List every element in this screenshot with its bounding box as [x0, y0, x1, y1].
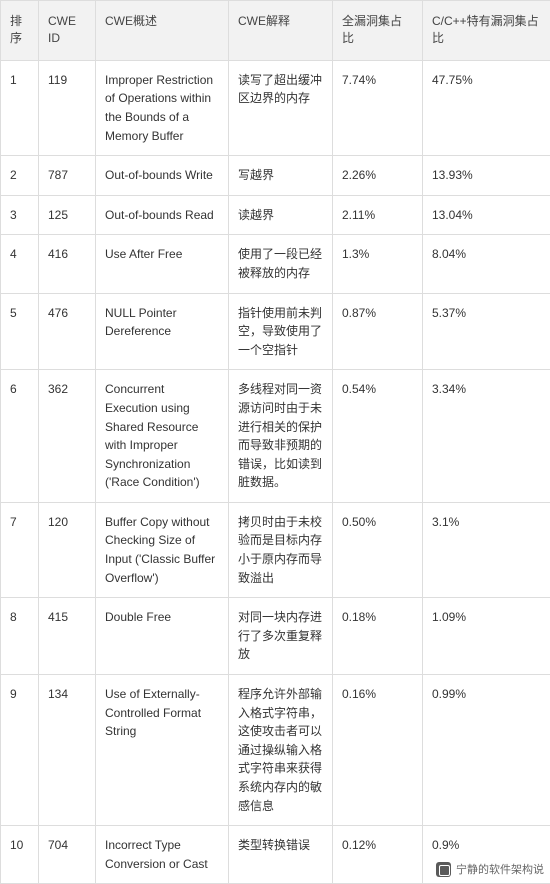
cell-cwe-explanation: 程序允许外部输入格式字符串，这使攻击者可以通过操纵输入格式字符串来获得系统内存内…	[229, 675, 333, 826]
table-row: 9 134 Use of Externally-Controlled Forma…	[1, 675, 550, 826]
cell-cwe-id: 704	[39, 826, 96, 884]
cell-cwe-id: 415	[39, 598, 96, 675]
cell-rank: 6	[1, 370, 39, 503]
cell-rank: 2	[1, 156, 39, 196]
page-container: 排序 CWE ID CWE概述 CWE解释 全漏洞集占比 C/C++特有漏洞集占…	[0, 0, 550, 884]
cell-cwe-id: 476	[39, 293, 96, 370]
cell-cpp-vuln-share: 3.34%	[423, 370, 550, 503]
column-header-cwe-explanation: CWE解释	[229, 1, 333, 61]
table-row: 1 119 Improper Restriction of Operations…	[1, 60, 550, 155]
cell-all-vuln-share: 2.11%	[333, 195, 423, 235]
table-row: 7 120 Buffer Copy without Checking Size …	[1, 502, 550, 597]
cell-cwe-id: 120	[39, 502, 96, 597]
cell-cwe-desc: Out-of-bounds Read	[96, 195, 229, 235]
column-header-cpp-vuln-share: C/C++特有漏洞集占比	[423, 1, 550, 61]
cell-rank: 9	[1, 675, 39, 826]
cell-cwe-explanation: 多线程对同一资源访问时由于未进行相关的保护而导致非预期的错误，比如读到脏数据。	[229, 370, 333, 503]
cell-cwe-explanation: 拷贝时由于未校验而是目标内存小于原内存而导致溢出	[229, 502, 333, 597]
column-header-cwe-id: CWE ID	[39, 1, 96, 61]
cell-cwe-desc: Incorrect Type Conversion or Cast	[96, 826, 229, 884]
cell-cwe-id: 416	[39, 235, 96, 293]
cell-cwe-explanation: 读写了超出缓冲区边界的内存	[229, 60, 333, 155]
cell-cwe-explanation: 对同一块内存进行了多次重复释放	[229, 598, 333, 675]
cell-rank: 4	[1, 235, 39, 293]
cell-cpp-vuln-share: 13.93%	[423, 156, 550, 196]
table-body: 1 119 Improper Restriction of Operations…	[1, 60, 550, 884]
table-row: 3 125 Out-of-bounds Read 读越界 2.11% 13.04…	[1, 195, 550, 235]
cell-cpp-vuln-share: 0.9%	[423, 826, 550, 884]
cell-all-vuln-share: 0.54%	[333, 370, 423, 503]
cell-all-vuln-share: 0.12%	[333, 826, 423, 884]
cell-cwe-desc: Out-of-bounds Write	[96, 156, 229, 196]
cell-rank: 5	[1, 293, 39, 370]
cell-cpp-vuln-share: 5.37%	[423, 293, 550, 370]
cell-cwe-id: 362	[39, 370, 96, 503]
table-row: 2 787 Out-of-bounds Write 写越界 2.26% 13.9…	[1, 156, 550, 196]
cell-cpp-vuln-share: 1.09%	[423, 598, 550, 675]
cell-all-vuln-share: 0.18%	[333, 598, 423, 675]
cell-cwe-explanation: 读越界	[229, 195, 333, 235]
column-header-all-vuln-share: 全漏洞集占比	[333, 1, 423, 61]
cell-cpp-vuln-share: 3.1%	[423, 502, 550, 597]
table-row: 10 704 Incorrect Type Conversion or Cast…	[1, 826, 550, 884]
cell-all-vuln-share: 1.3%	[333, 235, 423, 293]
cell-rank: 1	[1, 60, 39, 155]
cell-cwe-desc: Use After Free	[96, 235, 229, 293]
cell-cwe-explanation: 类型转换错误	[229, 826, 333, 884]
cell-cwe-id: 125	[39, 195, 96, 235]
cell-cwe-id: 119	[39, 60, 96, 155]
cell-all-vuln-share: 0.50%	[333, 502, 423, 597]
table-header-row: 排序 CWE ID CWE概述 CWE解释 全漏洞集占比 C/C++特有漏洞集占…	[1, 1, 550, 61]
cell-cwe-desc: Improper Restriction of Operations withi…	[96, 60, 229, 155]
cell-cwe-explanation: 使用了一段已经被释放的内存	[229, 235, 333, 293]
cell-cwe-explanation: 指针使用前未判空，导致使用了一个空指针	[229, 293, 333, 370]
cell-cwe-desc: Buffer Copy without Checking Size of Inp…	[96, 502, 229, 597]
cell-cwe-id: 134	[39, 675, 96, 826]
table-row: 4 416 Use After Free 使用了一段已经被释放的内存 1.3% …	[1, 235, 550, 293]
cell-cwe-explanation: 写越界	[229, 156, 333, 196]
table-header: 排序 CWE ID CWE概述 CWE解释 全漏洞集占比 C/C++特有漏洞集占…	[1, 1, 550, 61]
column-header-cwe-desc: CWE概述	[96, 1, 229, 61]
cell-all-vuln-share: 7.74%	[333, 60, 423, 155]
cell-cpp-vuln-share: 0.99%	[423, 675, 550, 826]
cwe-top-table: 排序 CWE ID CWE概述 CWE解释 全漏洞集占比 C/C++特有漏洞集占…	[0, 0, 550, 884]
cell-cwe-desc: Double Free	[96, 598, 229, 675]
cell-cwe-id: 787	[39, 156, 96, 196]
cell-cwe-desc: Use of Externally-Controlled Format Stri…	[96, 675, 229, 826]
cell-cpp-vuln-share: 47.75%	[423, 60, 550, 155]
cell-rank: 8	[1, 598, 39, 675]
cell-cwe-desc: Concurrent Execution using Shared Resour…	[96, 370, 229, 503]
cell-all-vuln-share: 0.87%	[333, 293, 423, 370]
cell-cpp-vuln-share: 13.04%	[423, 195, 550, 235]
cell-all-vuln-share: 2.26%	[333, 156, 423, 196]
cell-rank: 7	[1, 502, 39, 597]
cell-all-vuln-share: 0.16%	[333, 675, 423, 826]
table-row: 8 415 Double Free 对同一块内存进行了多次重复释放 0.18% …	[1, 598, 550, 675]
cell-rank: 3	[1, 195, 39, 235]
table-row: 5 476 NULL Pointer Dereference 指针使用前未判空，…	[1, 293, 550, 370]
cell-cwe-desc: NULL Pointer Dereference	[96, 293, 229, 370]
table-row: 6 362 Concurrent Execution using Shared …	[1, 370, 550, 503]
cell-rank: 10	[1, 826, 39, 884]
column-header-rank: 排序	[1, 1, 39, 61]
cell-cpp-vuln-share: 8.04%	[423, 235, 550, 293]
